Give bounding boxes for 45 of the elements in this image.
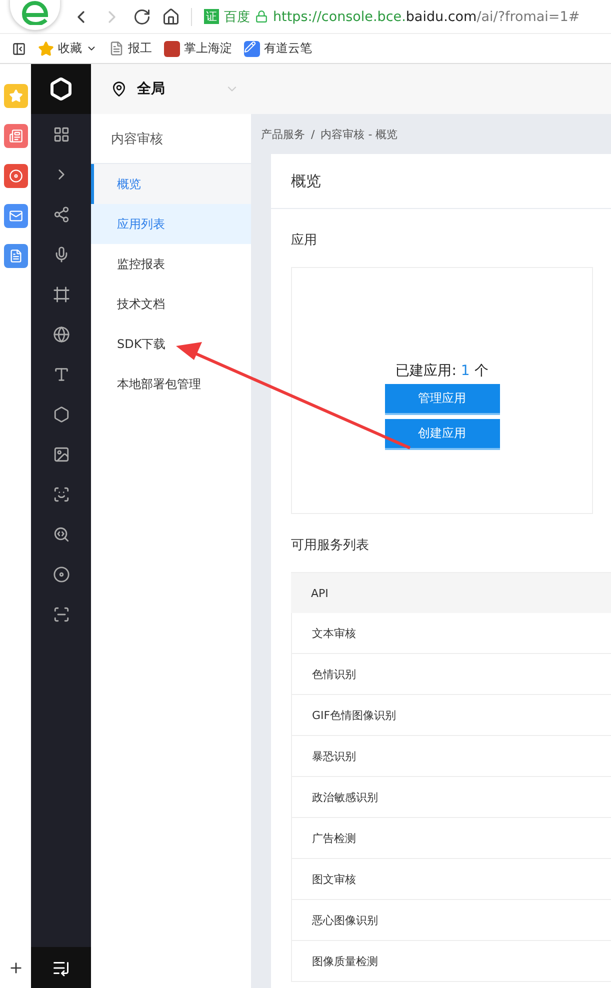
breadcrumb: /	[311, 128, 315, 140]
app-icon	[164, 40, 180, 56]
cube-logo-icon[interactable]	[31, 64, 91, 114]
add-icon[interactable]	[8, 960, 24, 976]
star-icon	[38, 40, 54, 56]
document-icon[interactable]	[4, 244, 28, 268]
page-icon	[109, 41, 124, 56]
table-cell: 暴恐识别	[291, 736, 611, 777]
column-header: API	[291, 573, 611, 613]
app-button[interactable]: 创建应用	[384, 418, 500, 450]
menu-icon[interactable]	[31, 947, 91, 988]
table-cell: 图像质量检测	[291, 941, 611, 982]
browser-logo-icon	[10, 0, 60, 30]
lock-icon	[255, 10, 268, 23]
address-bar[interactable]: https://console.bce.baidu.com/ai/?fromai=1#	[273, 8, 580, 24]
pencil-icon	[244, 40, 260, 56]
app-count: 已建应用: 1 个	[396, 362, 488, 380]
sidebar-item[interactable]: 应用列表	[91, 204, 251, 244]
news-icon[interactable]	[4, 124, 28, 148]
section-heading: 应用	[291, 232, 318, 250]
table-cell: 广告检测	[291, 818, 611, 859]
table-cell: 色情识别	[291, 654, 611, 695]
table-cell: 政治敏感识别	[291, 777, 611, 818]
site-badge: 证	[204, 9, 219, 24]
sidebar-toggle-icon[interactable]	[12, 42, 26, 56]
bookmark[interactable]: 报工	[128, 40, 152, 57]
bookmark[interactable]: 有道云笔	[264, 40, 312, 57]
table-cell: 文本审核	[291, 613, 611, 654]
table-cell: 图文审核	[291, 859, 611, 900]
region-selector[interactable]: 全局	[137, 80, 165, 98]
mail-icon[interactable]	[4, 204, 28, 228]
sidebar-item[interactable]: 概览	[91, 164, 251, 204]
site-name: 百度	[224, 8, 250, 26]
reload-icon[interactable]	[133, 8, 151, 26]
breadcrumb[interactable]: 产品服务	[261, 126, 305, 142]
bookmark[interactable]: 收藏	[58, 40, 82, 57]
table-cell: 恶心图像识别	[291, 900, 611, 941]
table-cell: GIF色情图像识别	[291, 695, 611, 736]
bookmark[interactable]: 掌上海淀	[184, 40, 232, 57]
app-button[interactable]: 管理应用	[384, 384, 500, 414]
section-heading: 可用服务列表	[291, 537, 370, 555]
breadcrumb: 内容审核 - 概览	[320, 126, 398, 142]
location-icon	[111, 81, 127, 97]
home-icon[interactable]	[162, 8, 180, 26]
page-title: 概览	[271, 154, 611, 209]
